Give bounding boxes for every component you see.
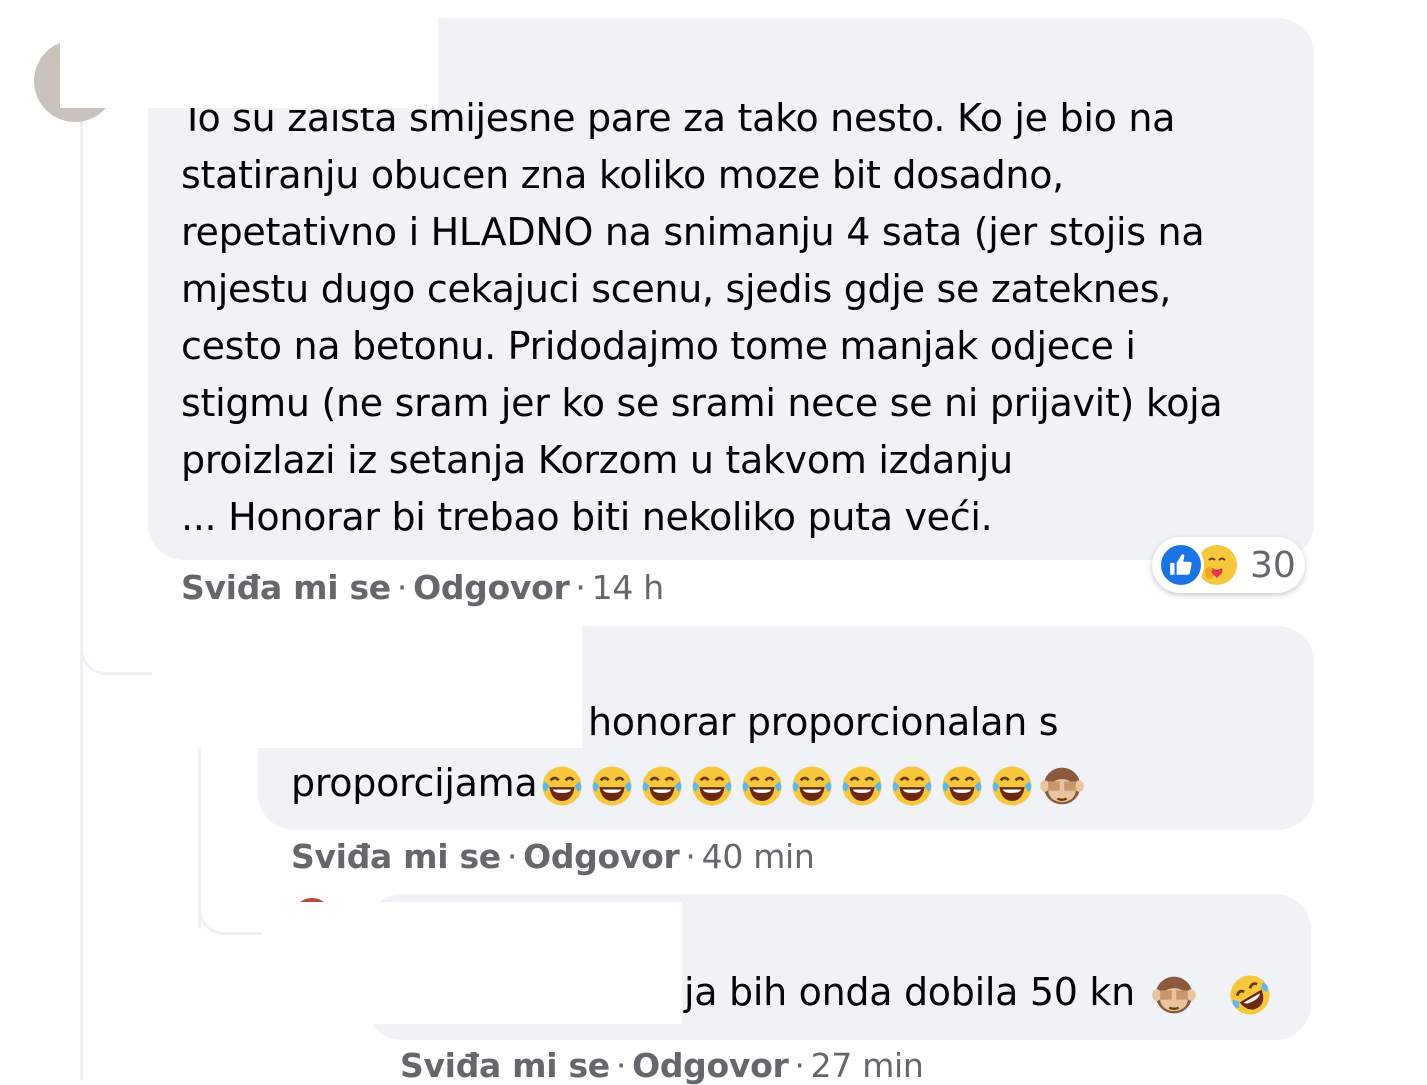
laughing-crying-emoji <box>839 763 885 809</box>
laughing-crying-emoji <box>689 763 735 809</box>
reply-text: ja bih onda dobila 50 kn <box>684 970 1135 1014</box>
reply-actions: Sviđa mi se · Odgovor · 40 min <box>291 837 815 876</box>
reply-text-line: proporcijama <box>291 755 1294 812</box>
redacted-commenter-name <box>60 18 438 108</box>
see-no-evil-monkey-emoji <box>1151 972 1197 1018</box>
reactions-summary[interactable]: 30 <box>1152 537 1305 593</box>
reply-timestamp[interactable]: 27 min <box>811 1046 924 1085</box>
comment-timestamp[interactable]: 14 h <box>592 568 665 607</box>
see-no-evil-monkey-emoji <box>1039 763 1085 809</box>
emoji-row <box>539 763 1085 809</box>
separator: · <box>575 568 586 607</box>
separator: · <box>506 837 518 876</box>
like-button[interactable]: Sviđa mi se <box>400 1046 610 1085</box>
comment-text-line: mjestu dugo cekajuci scenu, sjedis gdje … <box>181 267 1171 311</box>
reply-actions: Sviđa mi se · Odgovor · 27 min <box>400 1046 924 1085</box>
reply-text: proporcijama <box>291 761 538 805</box>
comment-actions: Sviđa mi se · Odgovor · 14 h <box>181 568 664 607</box>
laughing-crying-emoji <box>889 763 935 809</box>
reply-button[interactable]: Odgovor <box>523 837 680 876</box>
comment-text-line: stigmu (ne sram jer ko se srami nece se … <box>181 381 1223 425</box>
laughing-crying-emoji <box>739 763 785 809</box>
laughing-crying-emoji <box>639 763 685 809</box>
comment-text-line: statiranju obucen zna koliko moze bit do… <box>181 153 1064 197</box>
reply-button[interactable]: Odgovor <box>413 568 570 607</box>
redacted-reply-author <box>262 902 682 1024</box>
laughing-crying-emoji <box>589 763 635 809</box>
laughing-crying-emoji <box>989 763 1035 809</box>
comment-text-line: proizlazi iz setanja Korzom u takvom izd… <box>181 438 1013 482</box>
thread-line-main <box>80 110 83 1080</box>
thread-connector-reply2 <box>198 860 267 935</box>
reaction-count: 30 <box>1250 544 1296 586</box>
reply-button[interactable]: Odgovor <box>632 1046 789 1085</box>
separator: · <box>685 837 696 876</box>
comment-text-line: cesto na betonu. Pridodajmo tome manjak … <box>181 324 1136 368</box>
comment-text-line: repetativno i HLADNO na snimanju 4 sata … <box>181 210 1205 254</box>
separator: · <box>396 568 408 607</box>
separator: · <box>615 1046 627 1085</box>
separator: · <box>794 1046 805 1085</box>
laughing-crying-emoji <box>789 763 835 809</box>
rolling-on-floor-laughing-emoji <box>1227 972 1273 1018</box>
laughing-crying-emoji <box>939 763 985 809</box>
comment-text-line: ... Honorar bi trebao biti nekoliko puta… <box>181 495 993 539</box>
thread-connector-reply1 <box>80 600 155 675</box>
like-icon <box>1158 542 1204 588</box>
like-button[interactable]: Sviđa mi se <box>291 837 501 876</box>
emoji-row <box>1151 972 1273 1018</box>
laughing-crying-emoji <box>539 763 585 809</box>
reply-timestamp[interactable]: 40 min <box>702 837 815 876</box>
redacted-reply-author <box>152 622 582 748</box>
like-button[interactable]: Sviđa mi se <box>181 568 391 607</box>
